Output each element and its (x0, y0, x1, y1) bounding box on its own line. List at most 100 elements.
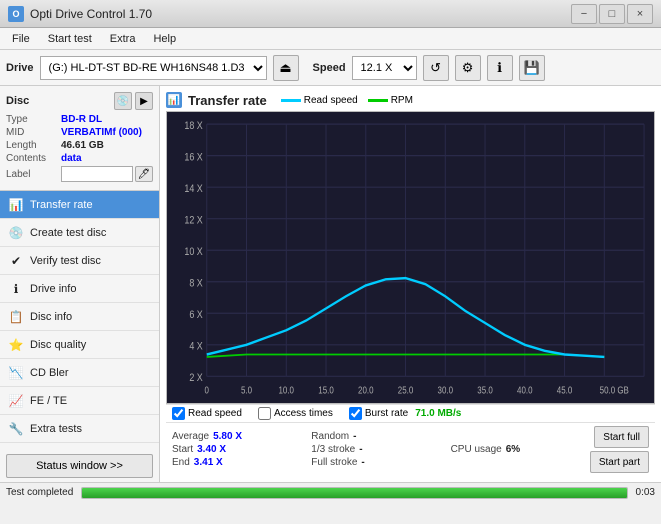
menubar: File Start test Extra Help (0, 28, 661, 50)
settings-button[interactable]: ⚙ (455, 55, 481, 81)
label-input[interactable] (61, 166, 133, 182)
nav-fe-te[interactable]: 📈 FE / TE (0, 387, 159, 415)
legend-read-speed-label: Read speed (304, 95, 358, 106)
progress-bar-fill (82, 488, 626, 498)
svg-text:15.0: 15.0 (318, 385, 334, 396)
start-stat: Start 3.40 X (172, 444, 311, 455)
average-value: 5.80 X (213, 431, 242, 442)
burst-rate-checkbox-item: Burst rate 71.0 MB/s (349, 407, 462, 420)
verify-test-disc-icon: ✔ (8, 253, 24, 269)
save-button[interactable]: 💾 (519, 55, 545, 81)
speed-label: Speed (313, 62, 346, 74)
cpu-value: 6% (506, 444, 520, 455)
access-times-checkbox[interactable] (258, 407, 271, 420)
info-button[interactable]: ℹ (487, 55, 513, 81)
svg-text:0: 0 (205, 385, 209, 396)
svg-text:10 X: 10 X (184, 246, 203, 258)
status-window-button[interactable]: Status window >> (6, 454, 153, 478)
refresh-button[interactable]: ↺ (423, 55, 449, 81)
end-value: 3.41 X (194, 457, 223, 468)
mid-label: MID (6, 127, 61, 138)
legend-rpm-color (368, 99, 388, 102)
full-stroke-stat: Full stroke - (311, 457, 450, 468)
checkboxes-row: Read speed Access times Burst rate 71.0 … (166, 404, 655, 423)
action-buttons: Start full Start part (590, 426, 649, 473)
chart-container: 18 X 16 X 14 X 12 X 10 X 8 X 6 X 4 X 2 X… (166, 111, 655, 404)
start-part-button[interactable]: Start part (590, 451, 649, 473)
mid-value: VERBATIMf (000) (61, 127, 142, 138)
full-stroke-label: Full stroke (311, 457, 357, 468)
label-label: Label (6, 169, 61, 180)
statusbar: Test completed 0:03 (0, 482, 661, 502)
random-value: - (353, 431, 356, 442)
nav-transfer-rate[interactable]: 📊 Transfer rate (0, 191, 159, 219)
menu-extra[interactable]: Extra (102, 31, 144, 47)
app-title: Opti Drive Control 1.70 (30, 7, 152, 21)
minimize-button[interactable]: − (571, 4, 597, 24)
end-label: End (172, 457, 190, 468)
disc-icon2[interactable]: ▶ (135, 92, 153, 110)
nav-verify-test-disc[interactable]: ✔ Verify test disc (0, 247, 159, 275)
legend-rpm-label: RPM (391, 95, 413, 106)
stats-col2: Random - 1/3 stroke - Full stroke - (311, 431, 450, 468)
full-stroke-value: - (361, 457, 364, 468)
svg-text:18 X: 18 X (184, 120, 203, 132)
menu-help[interactable]: Help (145, 31, 184, 47)
nav-extra-tests[interactable]: 🔧 Extra tests (0, 415, 159, 443)
nav-create-test-disc[interactable]: 💿 Create test disc (0, 219, 159, 247)
app-icon: O (8, 6, 24, 22)
nav-extra-tests-label: Extra tests (30, 423, 82, 435)
legend-read-speed: Read speed (281, 95, 358, 106)
nav-fe-te-label: FE / TE (30, 395, 67, 407)
stroke13-stat: 1/3 stroke - (311, 444, 450, 455)
speed-select[interactable]: 12.1 X (352, 56, 417, 80)
chart-title: Transfer rate (188, 93, 267, 108)
svg-text:25.0: 25.0 (398, 385, 414, 396)
nav-items: 📊 Transfer rate 💿 Create test disc ✔ Ver… (0, 191, 159, 450)
chart-svg: 18 X 16 X 14 X 12 X 10 X 8 X 6 X 4 X 2 X… (167, 112, 654, 403)
read-speed-checkbox[interactable] (172, 407, 185, 420)
maximize-button[interactable]: □ (599, 4, 625, 24)
start-full-button[interactable]: Start full (594, 426, 649, 448)
svg-text:8 X: 8 X (189, 278, 203, 290)
titlebar: O Opti Drive Control 1.70 − □ × (0, 0, 661, 28)
stats-col3: CPU usage 6% (451, 444, 590, 455)
disc-quality-icon: ⭐ (8, 337, 24, 353)
svg-text:35.0: 35.0 (477, 385, 493, 396)
chart-area: 📊 Transfer rate Read speed RPM (160, 86, 661, 482)
svg-text:16 X: 16 X (184, 152, 203, 164)
drive-select[interactable]: (G:) HL-DT-ST BD-RE WH16NS48 1.D3 (40, 56, 267, 80)
type-value: BD-R DL (61, 114, 102, 125)
nav-disc-info[interactable]: 📋 Disc info (0, 303, 159, 331)
burst-rate-checkbox-label: Burst rate (365, 408, 408, 419)
nav-transfer-rate-label: Transfer rate (30, 199, 93, 211)
nav-cd-bler[interactable]: 📉 CD Bler (0, 359, 159, 387)
eject-button[interactable]: ⏏ (273, 55, 299, 81)
random-stat: Random - (311, 431, 450, 442)
average-label: Average (172, 431, 209, 442)
burst-rate-value: 71.0 MB/s (415, 408, 461, 419)
close-button[interactable]: × (627, 4, 653, 24)
toolbar: Drive (G:) HL-DT-ST BD-RE WH16NS48 1.D3 … (0, 50, 661, 86)
burst-rate-checkbox[interactable] (349, 407, 362, 420)
access-times-checkbox-item: Access times (258, 407, 333, 420)
nav-cd-bler-label: CD Bler (30, 367, 69, 379)
type-label: Type (6, 114, 61, 125)
label-btn[interactable]: 🖊 (135, 166, 153, 182)
chart-legend: Read speed RPM (281, 95, 413, 106)
contents-value: data (61, 153, 82, 164)
menu-start-test[interactable]: Start test (40, 31, 100, 47)
menu-file[interactable]: File (4, 31, 38, 47)
svg-text:10.0: 10.0 (279, 385, 295, 396)
random-label: Random (311, 431, 349, 442)
progress-bar-container (81, 487, 627, 499)
disc-icon1[interactable]: 💿 (114, 92, 132, 110)
stroke13-value: - (359, 444, 362, 455)
nav-disc-quality[interactable]: ⭐ Disc quality (0, 331, 159, 359)
svg-text:50.0 GB: 50.0 GB (600, 385, 629, 396)
titlebar-controls: − □ × (571, 4, 653, 24)
cd-bler-icon: 📉 (8, 365, 24, 381)
cpu-label: CPU usage (451, 444, 502, 455)
svg-text:40.0: 40.0 (517, 385, 533, 396)
nav-drive-info[interactable]: ℹ Drive info (0, 275, 159, 303)
